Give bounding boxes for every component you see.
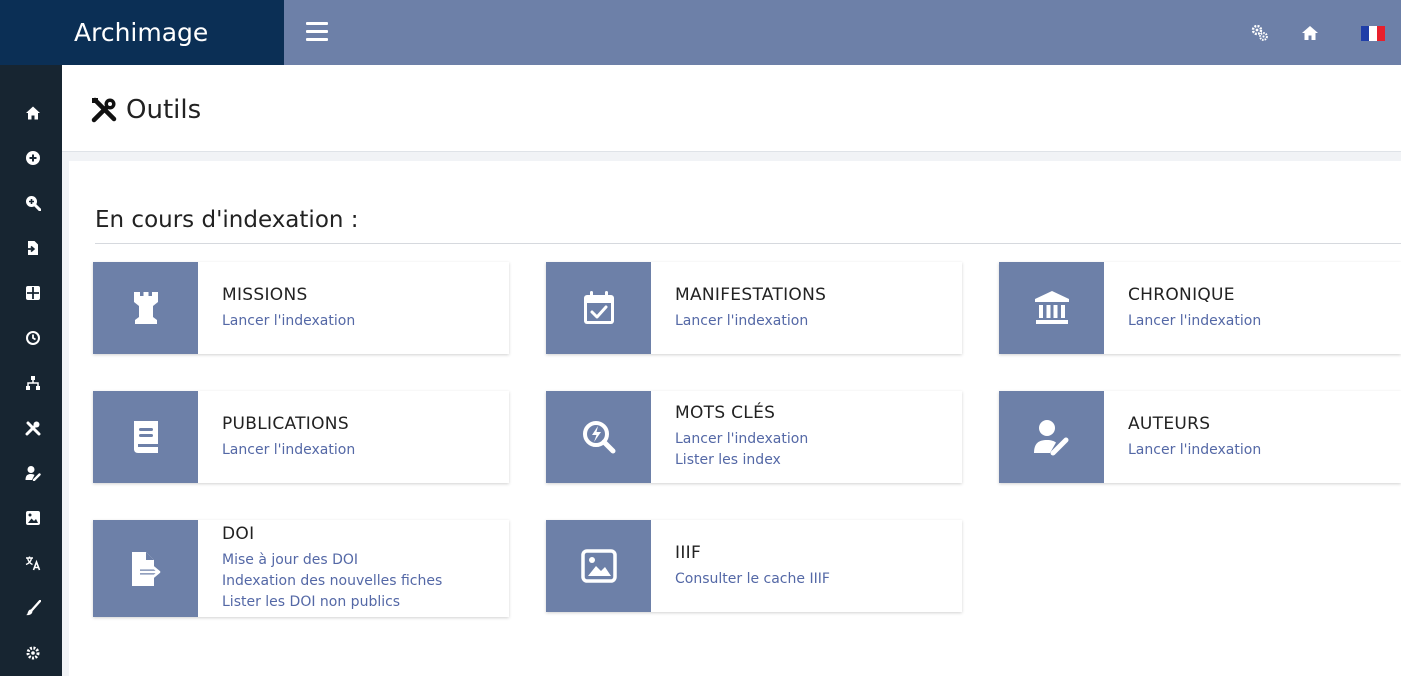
card-title: MANIFESTATIONS <box>675 284 827 305</box>
sidebar-import[interactable] <box>24 239 42 257</box>
image-icon <box>26 511 40 525</box>
card-manifestations: MANIFESTATIONS Lancer l'indexation <box>546 262 962 354</box>
french-flag-icon[interactable] <box>1361 26 1385 45</box>
search-plus-icon <box>26 196 41 211</box>
card-title: AUTEURS <box>1128 413 1211 434</box>
home-icon <box>26 106 40 120</box>
card-link[interactable]: Lancer l'indexation <box>222 311 355 332</box>
card-missions: MISSIONS Lancer l'indexation <box>93 262 509 354</box>
sidebar-translate[interactable] <box>24 554 42 572</box>
card-link[interactable]: Consulter le cache IIIF <box>675 569 830 590</box>
sidebar-images[interactable] <box>24 509 42 527</box>
chess-rook-icon <box>133 292 158 324</box>
user-pen-icon <box>1033 420 1068 456</box>
card-link[interactable]: Lancer l'indexation <box>675 429 808 450</box>
menu-toggle-button[interactable] <box>306 22 328 41</box>
card-link[interactable]: Indexation des nouvelles fiches <box>222 571 442 592</box>
section-divider <box>95 243 1401 244</box>
app-brand[interactable]: Archimage <box>0 0 284 65</box>
user-edit-icon <box>25 466 41 481</box>
card-title: MISSIONS <box>222 284 308 305</box>
card-mots-cles: MOTS CLÉS Lancer l'indexation Lister les… <box>546 391 962 483</box>
sidebar-home[interactable] <box>24 104 42 122</box>
card-chronique: CHRONIQUE Lancer l'indexation <box>999 262 1401 354</box>
card-link[interactable]: Lister les index <box>675 450 808 471</box>
settings-icon <box>26 646 40 660</box>
sidebar-brush[interactable] <box>24 599 42 617</box>
card-link[interactable]: Lancer l'indexation <box>1128 440 1261 461</box>
network-icon <box>26 376 40 390</box>
page-title: Outils <box>126 95 202 125</box>
grid-icon <box>26 286 40 300</box>
add-circle-icon <box>26 151 40 165</box>
card-title: MOTS CLÉS <box>675 403 776 423</box>
history-icon <box>26 331 40 345</box>
card-title: CHRONIQUE <box>1128 284 1235 305</box>
card-publications: PUBLICATIONS Lancer l'indexation <box>93 391 509 483</box>
app-title: Archimage <box>74 18 209 47</box>
file-export-icon <box>131 551 160 586</box>
card-title: DOI <box>222 524 255 544</box>
tools-icon <box>25 421 41 436</box>
card-doi: DOI Mise à jour des DOI Indexation des n… <box>93 520 509 617</box>
sidebar <box>0 65 62 676</box>
tools-icon <box>91 97 117 123</box>
sidebar-settings[interactable] <box>24 644 42 662</box>
sidebar-tools[interactable] <box>24 419 42 437</box>
top-bar: Archimage <box>0 0 1401 65</box>
brush-icon <box>26 600 41 616</box>
home-icon[interactable] <box>1301 24 1319 46</box>
card-link[interactable]: Mise à jour des DOI <box>222 550 442 571</box>
sidebar-grid[interactable] <box>24 284 42 302</box>
card-link[interactable]: Lister les DOI non publics <box>222 592 442 613</box>
calendar-check-icon <box>583 291 614 324</box>
card-title: PUBLICATIONS <box>222 413 349 434</box>
sidebar-history[interactable] <box>24 329 42 347</box>
translate-icon <box>25 556 41 571</box>
section-title: En cours d'indexation : <box>95 207 359 233</box>
card-title: IIIF <box>675 542 702 563</box>
book-icon <box>133 421 158 453</box>
card-iiif: IIIF Consulter le cache IIIF <box>546 520 962 612</box>
sidebar-search[interactable] <box>24 194 42 212</box>
card-link[interactable]: Lancer l'indexation <box>1128 311 1261 332</box>
card-link[interactable]: Lancer l'indexation <box>222 440 355 461</box>
import-icon <box>27 241 38 255</box>
landmark-icon <box>1034 291 1069 324</box>
cogs-icon[interactable] <box>1251 24 1269 46</box>
sidebar-add[interactable] <box>24 149 42 167</box>
search-bolt-icon <box>582 421 615 454</box>
sidebar-network[interactable] <box>24 374 42 392</box>
card-auteurs: AUTEURS Lancer l'indexation <box>999 391 1401 483</box>
sidebar-authors[interactable] <box>24 464 42 482</box>
page-header <box>62 65 1401 152</box>
image-icon <box>580 549 617 583</box>
card-link[interactable]: Lancer l'indexation <box>675 311 826 332</box>
